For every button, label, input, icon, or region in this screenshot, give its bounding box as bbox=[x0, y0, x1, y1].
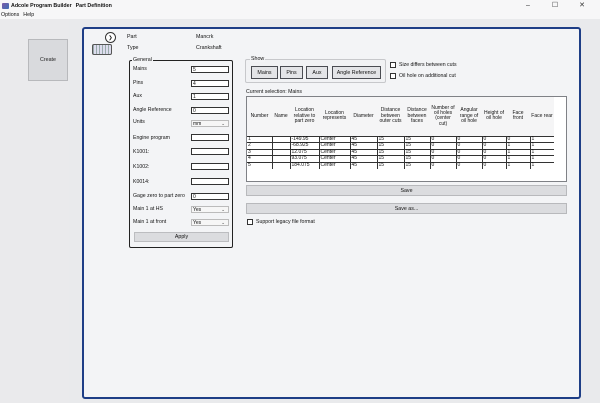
engine-program-label: Engine program bbox=[133, 135, 170, 141]
table-cell[interactable]: 0 bbox=[481, 161, 506, 169]
menu-bar: Options Help bbox=[0, 11, 600, 19]
mains-input[interactable]: 5 bbox=[191, 66, 229, 73]
column-header[interactable]: Face front bbox=[506, 97, 530, 136]
page-title: Part Definition bbox=[75, 2, 112, 9]
main1-hs-label: Main 1 at HS bbox=[133, 206, 163, 212]
menu-help[interactable]: Help bbox=[23, 11, 34, 19]
menu-options[interactable]: Options bbox=[1, 11, 19, 19]
table-cell[interactable]: 184.075 bbox=[289, 161, 319, 169]
size-differs-label: Size differs between cuts bbox=[399, 62, 457, 68]
show-mains-button[interactable]: Mains bbox=[251, 66, 278, 79]
type-value: Crankshaft bbox=[196, 45, 222, 51]
column-header[interactable]: Height of oil hole bbox=[482, 97, 506, 136]
column-header[interactable]: Distance between outer cuts bbox=[377, 97, 404, 136]
k1002-label: K1002: bbox=[133, 164, 150, 170]
table-cell[interactable] bbox=[271, 155, 290, 163]
table-cell[interactable] bbox=[271, 142, 290, 150]
app-logo-icon bbox=[2, 2, 9, 9]
save-as-button[interactable]: Save as... bbox=[246, 203, 567, 214]
close-button[interactable]: ✕ bbox=[578, 1, 586, 10]
pins-label: Pins bbox=[133, 80, 144, 86]
oil-hole-label: Oil hole on additional cut bbox=[399, 73, 456, 79]
angle-reference-label: Angle Reference bbox=[133, 107, 172, 113]
table-cell[interactable]: 1 bbox=[529, 161, 554, 169]
chevron-down-icon: ⌄ bbox=[221, 121, 225, 126]
units-value: mm bbox=[193, 121, 202, 127]
k1002-input[interactable] bbox=[191, 163, 229, 170]
legacy-format-label: Support legacy file format bbox=[256, 219, 315, 225]
column-header[interactable]: Face rear bbox=[530, 97, 554, 136]
column-header[interactable]: Diameter bbox=[350, 97, 377, 136]
angle-reference-input[interactable]: 0 bbox=[191, 107, 229, 114]
k0014-input[interactable] bbox=[191, 178, 229, 185]
collapse-icon[interactable]: ❯ bbox=[105, 32, 116, 43]
k1001-label: K1001: bbox=[133, 149, 150, 155]
table-cell[interactable]: 0 bbox=[455, 161, 482, 169]
main1-front-label: Main 1 at front bbox=[133, 219, 167, 225]
column-header[interactable]: Location represents bbox=[319, 97, 350, 136]
table-cell[interactable]: 1 bbox=[505, 161, 530, 169]
table-cell[interactable]: 0 bbox=[429, 161, 456, 169]
crankshaft-icon bbox=[92, 44, 112, 55]
show-pins-button[interactable]: Pins bbox=[280, 66, 303, 79]
type-label: Type bbox=[127, 45, 139, 51]
table-cell[interactable] bbox=[271, 161, 290, 169]
table-cell[interactable]: 15 bbox=[403, 161, 430, 169]
chevron-down-icon: ⌄ bbox=[221, 207, 225, 212]
table-row[interactable]: 5 184.075 Center 45 15 15 0 0 0 1 1 bbox=[247, 161, 554, 169]
title-bar: Adcole Program Builder Part Definition –… bbox=[0, 0, 600, 11]
column-header[interactable]: Angular range of oil hole bbox=[456, 97, 482, 136]
aux-input[interactable]: 1 bbox=[191, 93, 229, 100]
part-value: Mancrk bbox=[196, 34, 214, 40]
main1-front-select[interactable]: Yes ⌄ bbox=[191, 219, 229, 226]
gage-zero-label: Gage zero to part zero bbox=[133, 193, 185, 199]
aux-label: Aux bbox=[133, 93, 142, 99]
create-button[interactable]: Create bbox=[28, 39, 68, 81]
save-button[interactable]: Save bbox=[246, 185, 567, 196]
apply-button[interactable]: Apply bbox=[134, 232, 229, 242]
column-header[interactable]: Number bbox=[247, 97, 272, 136]
show-angle-reference-button[interactable]: Angle Reference bbox=[332, 66, 381, 79]
table-cell[interactable]: 5 bbox=[247, 161, 272, 169]
size-differs-checkbox[interactable] bbox=[390, 62, 396, 68]
part-label: Part bbox=[127, 34, 137, 40]
show-title: Show bbox=[250, 56, 266, 62]
table-cell[interactable]: 45 bbox=[349, 161, 377, 169]
gage-zero-input[interactable]: 0 bbox=[191, 193, 229, 200]
general-title: General bbox=[132, 57, 153, 63]
column-header[interactable]: Location relative to part zero bbox=[290, 97, 319, 136]
minimize-button[interactable]: – bbox=[524, 1, 532, 10]
mains-label: Mains bbox=[133, 66, 147, 72]
units-label: Units bbox=[133, 119, 145, 125]
main1-front-value: Yes bbox=[193, 220, 202, 226]
app-title: Adcole Program Builder bbox=[11, 2, 72, 9]
current-selection: Current selection: Mains bbox=[246, 89, 302, 95]
column-header[interactable]: Number of oil holes (center cut) bbox=[430, 97, 456, 136]
engine-program-input[interactable] bbox=[191, 134, 229, 141]
show-aux-button[interactable]: Aux bbox=[306, 66, 328, 79]
table-cell[interactable]: Center bbox=[318, 161, 350, 169]
k0014-label: K0014: bbox=[133, 179, 150, 185]
main1-hs-value: Yes bbox=[193, 207, 202, 213]
table-cell[interactable] bbox=[271, 148, 290, 156]
main1-hs-select[interactable]: Yes ⌄ bbox=[191, 206, 229, 213]
k1001-input[interactable] bbox=[191, 148, 229, 155]
chevron-down-icon: ⌄ bbox=[221, 220, 225, 225]
table-cell[interactable]: 15 bbox=[376, 161, 404, 169]
units-select[interactable]: mm ⌄ bbox=[191, 120, 229, 127]
oil-hole-checkbox[interactable] bbox=[390, 73, 396, 79]
table-cell[interactable] bbox=[271, 135, 290, 143]
maximize-button[interactable]: ☐ bbox=[551, 1, 559, 10]
legacy-format-checkbox[interactable] bbox=[247, 219, 253, 225]
left-panel: Create bbox=[0, 19, 69, 403]
mains-table[interactable]: Number Name Location relative to part zero… bbox=[246, 96, 567, 182]
pins-input[interactable]: 4 bbox=[191, 80, 229, 87]
column-header[interactable]: Name bbox=[272, 97, 290, 136]
column-header[interactable]: Distance between faces bbox=[404, 97, 430, 136]
